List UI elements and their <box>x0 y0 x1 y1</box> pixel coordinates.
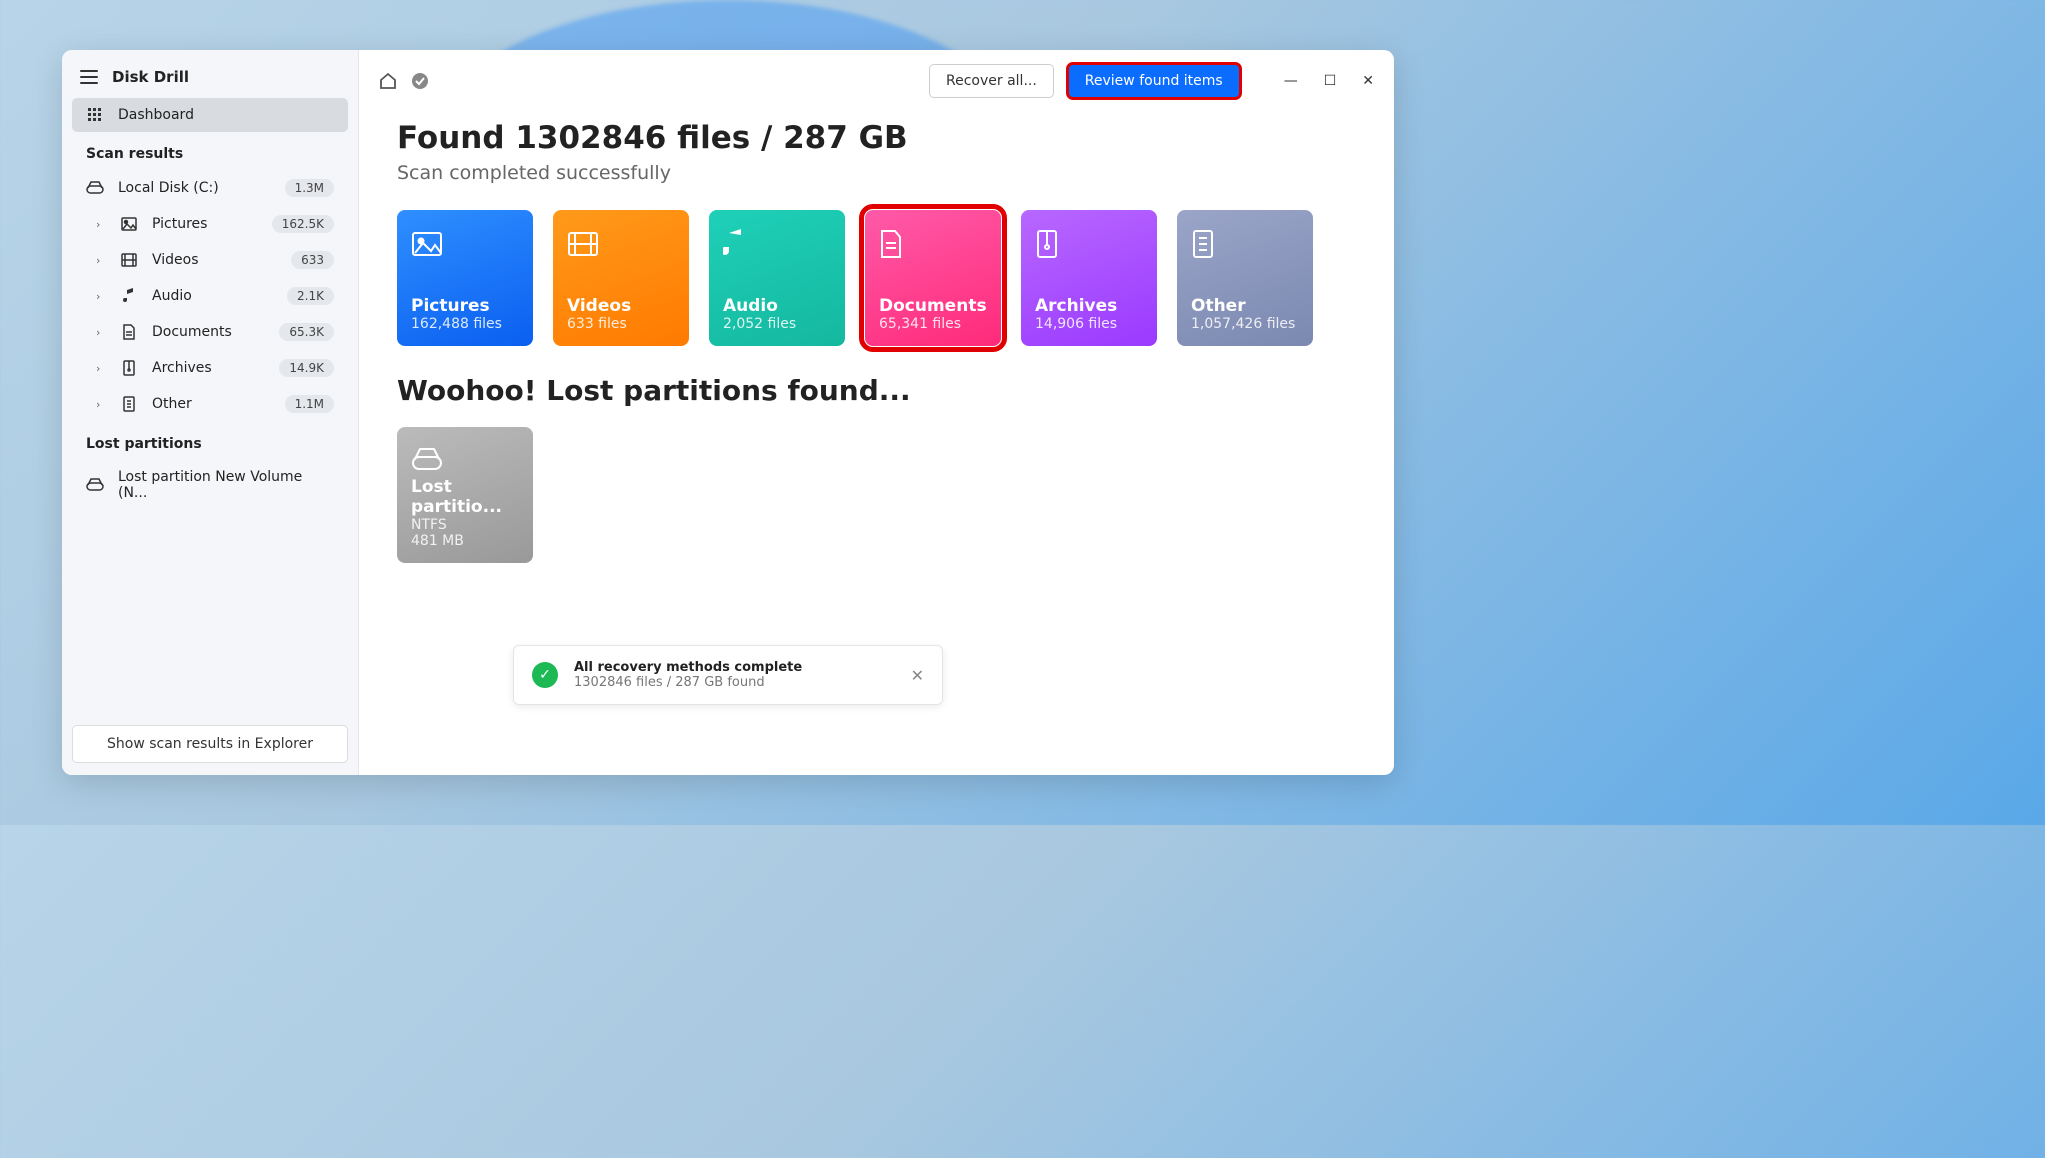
document-icon <box>879 224 987 264</box>
minimize-icon[interactable]: — <box>1284 73 1298 89</box>
review-found-items-button[interactable]: Review found items <box>1068 64 1240 98</box>
card-sub: 2,052 files <box>723 316 831 332</box>
card-title: Documents <box>879 296 987 316</box>
nav-count: 1.1M <box>285 395 334 413</box>
sidebar: Disk Drill Dashboard Scan results Local … <box>62 50 359 775</box>
card-archives[interactable]: Archives 14,906 files <box>1021 210 1157 346</box>
card-sub: 162,488 files <box>411 316 519 332</box>
chevron-right-icon: › <box>96 362 106 375</box>
nav-dashboard-label: Dashboard <box>118 107 194 123</box>
nav-archives[interactable]: › Archives 14.9K <box>72 350 348 386</box>
close-icon[interactable]: ✕ <box>1362 73 1374 89</box>
app-title: Disk Drill <box>112 68 189 86</box>
app-window: Disk Drill Dashboard Scan results Local … <box>62 50 1394 775</box>
image-icon <box>120 217 138 231</box>
file-icon <box>120 396 138 412</box>
page-subtitle: Scan completed successfully <box>397 162 1356 184</box>
nav-videos[interactable]: › Videos 633 <box>72 242 348 278</box>
music-icon <box>120 288 138 304</box>
card-sub: 14,906 files <box>1035 316 1143 332</box>
grid-icon <box>86 107 104 123</box>
recover-all-button[interactable]: Recover all... <box>929 64 1054 98</box>
disk-icon <box>86 478 104 492</box>
nav-label: Local Disk (C:) <box>118 180 219 196</box>
nav-count: 1.3M <box>285 179 334 197</box>
toast-sub: 1302846 files / 287 GB found <box>574 675 895 690</box>
card-title: Lost partitio... <box>411 477 519 517</box>
nav-label: Other <box>152 396 192 412</box>
card-title: Other <box>1191 296 1299 316</box>
show-in-explorer-button[interactable]: Show scan results in Explorer <box>72 725 348 763</box>
main-panel: Recover all... Review found items — ☐ ✕ … <box>359 50 1394 775</box>
nav-count: 162.5K <box>272 215 334 233</box>
chevron-right-icon: › <box>96 254 106 267</box>
nav-label: Videos <box>152 252 199 268</box>
nav-pictures[interactable]: › Pictures 162.5K <box>72 206 348 242</box>
film-icon <box>120 253 138 267</box>
music-icon <box>723 224 831 264</box>
document-icon <box>120 324 138 340</box>
card-title: Videos <box>567 296 675 316</box>
nav-label: Pictures <box>152 216 207 232</box>
maximize-icon[interactable]: ☐ <box>1324 73 1337 89</box>
disk-icon <box>86 181 104 195</box>
card-documents[interactable]: Documents 65,341 files <box>865 210 1001 346</box>
nav-count: 65.3K <box>279 323 334 341</box>
card-fs: NTFS <box>411 517 519 533</box>
file-icon <box>1191 224 1299 264</box>
card-size: 481 MB <box>411 533 519 549</box>
nav-dashboard[interactable]: Dashboard <box>72 98 348 132</box>
nav-label: Archives <box>152 360 212 376</box>
disk-icon <box>411 441 519 477</box>
chevron-right-icon: › <box>96 218 106 231</box>
card-title: Archives <box>1035 296 1143 316</box>
nav-count: 633 <box>291 251 334 269</box>
page-title: Found 1302846 files / 287 GB <box>397 120 1356 156</box>
check-icon: ✓ <box>532 662 558 688</box>
nav-audio[interactable]: › Audio 2.1K <box>72 278 348 314</box>
section-scan-results: Scan results <box>72 132 348 170</box>
nav-documents[interactable]: › Documents 65.3K <box>72 314 348 350</box>
card-sub: 633 files <box>567 316 675 332</box>
card-title: Audio <box>723 296 831 316</box>
toast-title: All recovery methods complete <box>574 660 895 675</box>
chevron-right-icon: › <box>96 326 106 339</box>
nav-label: Documents <box>152 324 232 340</box>
section-lost-partitions: Lost partitions <box>72 422 348 460</box>
card-other[interactable]: Other 1,057,426 files <box>1177 210 1313 346</box>
close-icon[interactable]: ✕ <box>911 666 924 685</box>
check-badge-icon[interactable] <box>411 72 429 90</box>
film-icon <box>567 224 675 264</box>
card-pictures[interactable]: Pictures 162,488 files <box>397 210 533 346</box>
image-icon <box>411 224 519 264</box>
card-audio[interactable]: Audio 2,052 files <box>709 210 845 346</box>
archive-icon <box>120 360 138 376</box>
nav-other[interactable]: › Other 1.1M <box>72 386 348 422</box>
card-title: Pictures <box>411 296 519 316</box>
card-videos[interactable]: Videos 633 files <box>553 210 689 346</box>
card-lost-partition[interactable]: Lost partitio... NTFS 481 MB <box>397 427 533 563</box>
nav-count: 2.1K <box>287 287 334 305</box>
partitions-title: Woohoo! Lost partitions found... <box>397 374 1356 407</box>
archive-icon <box>1035 224 1143 264</box>
toast: ✓ All recovery methods complete 1302846 … <box>513 645 943 705</box>
chevron-right-icon: › <box>96 290 106 303</box>
nav-count: 14.9K <box>279 359 334 377</box>
category-cards: Pictures 162,488 files Videos 633 files … <box>397 210 1356 346</box>
home-icon[interactable] <box>379 72 397 90</box>
topbar: Recover all... Review found items — ☐ ✕ <box>359 50 1394 112</box>
card-sub: 1,057,426 files <box>1191 316 1299 332</box>
menu-icon[interactable] <box>80 70 98 84</box>
nav-label: Audio <box>152 288 192 304</box>
nav-lost-partition[interactable]: Lost partition New Volume (N... <box>72 460 348 510</box>
nav-local-disk[interactable]: Local Disk (C:) 1.3M <box>72 170 348 206</box>
chevron-right-icon: › <box>96 398 106 411</box>
card-sub: 65,341 files <box>879 316 987 332</box>
nav-label: Lost partition New Volume (N... <box>118 469 334 501</box>
